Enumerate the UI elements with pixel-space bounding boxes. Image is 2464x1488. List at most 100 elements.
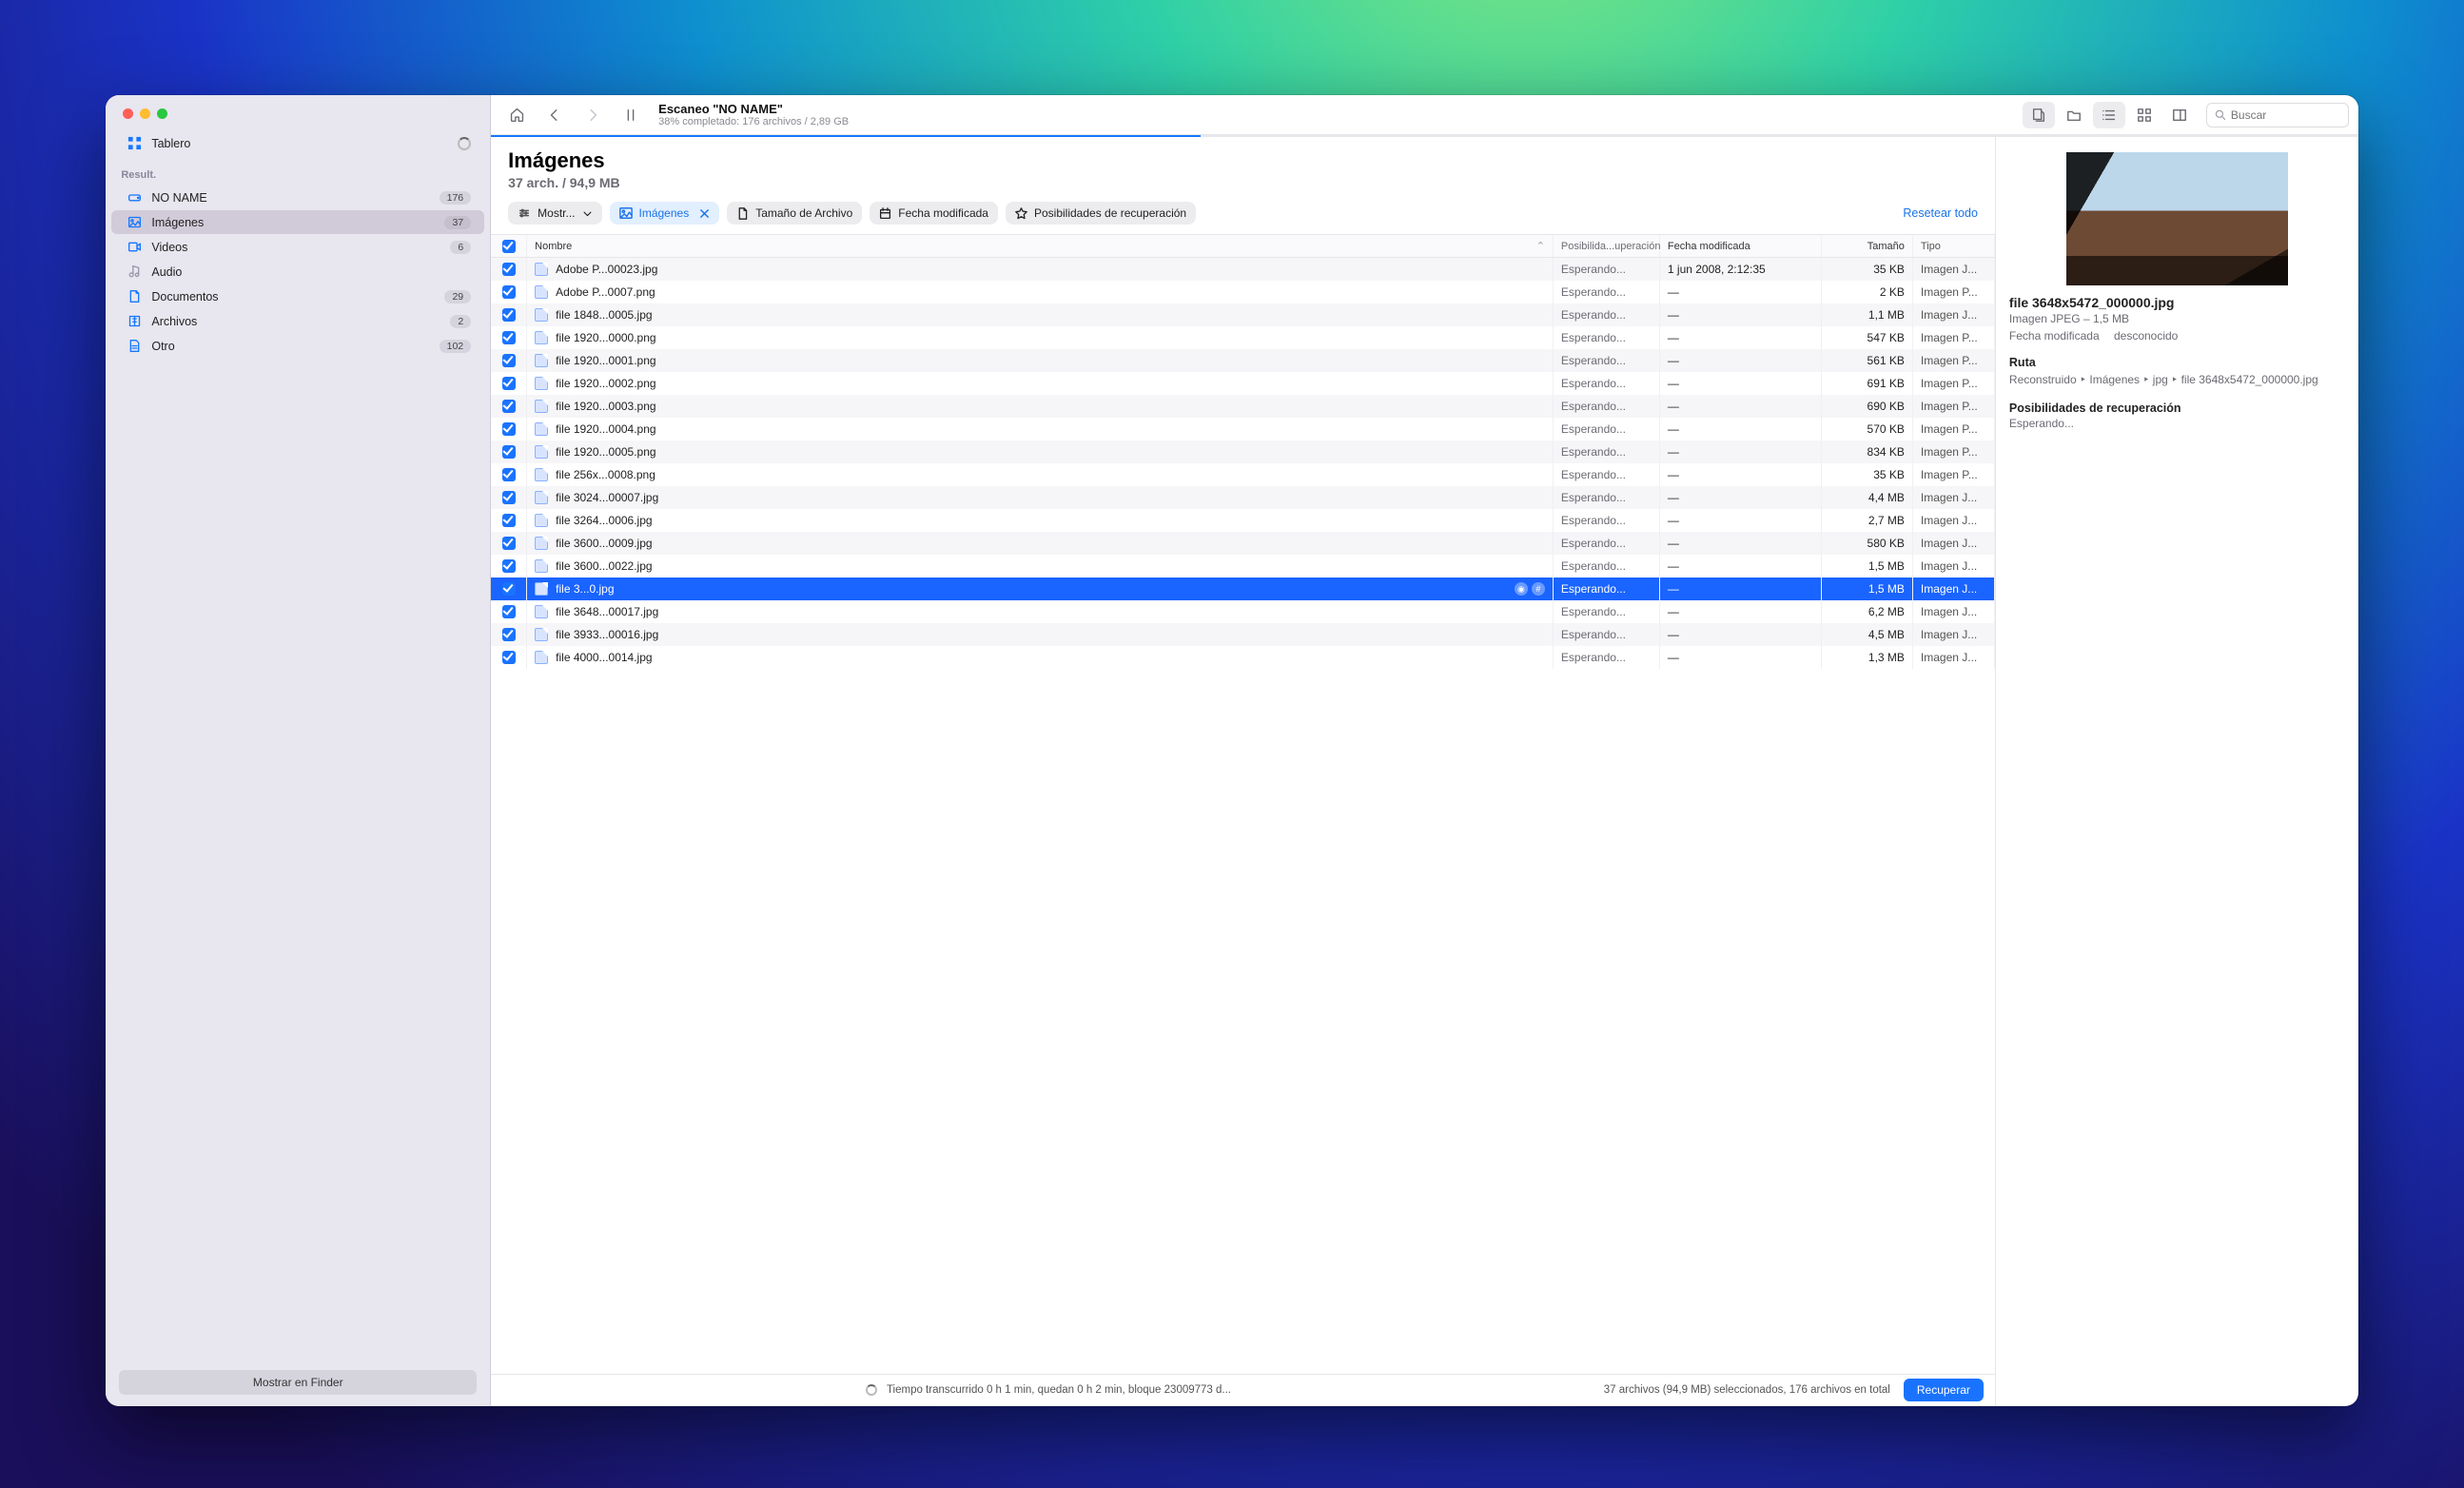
sidebar-item-audio[interactable]: Audio bbox=[111, 260, 484, 284]
file-size: 6,2 MB bbox=[1822, 600, 1913, 623]
count-badge: 37 bbox=[444, 216, 471, 229]
pill-date[interactable]: Fecha modificada bbox=[870, 202, 998, 225]
col-prob[interactable]: Posibilida...uperación bbox=[1554, 235, 1660, 257]
file-date: — bbox=[1660, 623, 1822, 646]
row-checkbox[interactable] bbox=[502, 400, 516, 413]
row-checkbox[interactable] bbox=[502, 331, 516, 344]
row-checkbox[interactable] bbox=[502, 468, 516, 481]
close-icon[interactable] bbox=[699, 208, 710, 219]
pause-button[interactable] bbox=[615, 102, 647, 128]
show-in-finder-button[interactable]: Mostrar en Finder bbox=[119, 1370, 477, 1395]
file-name: file 3264...0006.jpg bbox=[556, 514, 652, 527]
sidebar-item-drive[interactable]: NO NAME176 bbox=[111, 186, 484, 209]
view-icons-button[interactable] bbox=[2023, 102, 2055, 128]
col-name[interactable]: Nombre⌃ bbox=[527, 235, 1554, 257]
sidebar-item-archive[interactable]: Archivos2 bbox=[111, 309, 484, 333]
table-row[interactable]: file 3648...00017.jpgEsperando...—6,2 MB… bbox=[491, 600, 1995, 623]
filetype-icon bbox=[535, 651, 548, 664]
home-button[interactable] bbox=[500, 102, 533, 128]
file-date: — bbox=[1660, 555, 1822, 578]
table-row[interactable]: file 3...0.jpg◉#Esperando...—1,5 MBImage… bbox=[491, 578, 1995, 600]
reset-filters-link[interactable]: Resetear todo bbox=[1903, 206, 1978, 220]
file-name: file 1848...0005.jpg bbox=[556, 308, 652, 322]
forward-button[interactable] bbox=[577, 102, 609, 128]
search-field[interactable] bbox=[2206, 103, 2349, 127]
table-row[interactable]: file 1848...0005.jpgEsperando...—1,1 MBI… bbox=[491, 303, 1995, 326]
row-checkbox[interactable] bbox=[502, 422, 516, 436]
recover-button[interactable]: Recuperar bbox=[1904, 1379, 1984, 1401]
search-input[interactable] bbox=[2231, 108, 2340, 122]
row-checkbox[interactable] bbox=[502, 605, 516, 618]
row-checkbox[interactable] bbox=[502, 582, 516, 596]
view-columns-button[interactable] bbox=[2163, 102, 2196, 128]
file-type: Imagen J... bbox=[1913, 303, 1995, 326]
view-grid-button[interactable] bbox=[2128, 102, 2161, 128]
table-row[interactable]: Adobe P...0007.pngEsperando...—2 KBImage… bbox=[491, 281, 1995, 303]
file-size: 547 KB bbox=[1822, 326, 1913, 349]
row-checkbox[interactable] bbox=[502, 445, 516, 459]
sidebar-item-label: NO NAME bbox=[151, 191, 206, 205]
row-checkbox[interactable] bbox=[502, 537, 516, 550]
pill-recovery[interactable]: Posibilidades de recuperación bbox=[1006, 202, 1196, 225]
file-date: — bbox=[1660, 326, 1822, 349]
table-row[interactable]: file 3024...00007.jpgEsperando...—4,4 MB… bbox=[491, 486, 1995, 509]
row-checkbox[interactable] bbox=[502, 628, 516, 641]
main-pane: Escaneo "NO NAME" 38% completado: 176 ar… bbox=[491, 95, 2357, 1406]
table-row[interactable]: file 1920...0000.pngEsperando...—547 KBI… bbox=[491, 326, 1995, 349]
close-button[interactable] bbox=[123, 108, 133, 119]
table-row[interactable]: file 3600...0009.jpgEsperando...—580 KBI… bbox=[491, 532, 1995, 555]
file-type: Imagen P... bbox=[1913, 463, 1995, 486]
file-size: 4,5 MB bbox=[1822, 623, 1913, 646]
sidebar-item-image[interactable]: Imágenes37 bbox=[111, 210, 484, 234]
minimize-button[interactable] bbox=[140, 108, 150, 119]
sidebar-item-doc[interactable]: Documentos29 bbox=[111, 284, 484, 308]
filetype-icon bbox=[535, 400, 548, 413]
table-row[interactable]: Adobe P...00023.jpgEsperando...1 jun 200… bbox=[491, 258, 1995, 281]
row-checkbox[interactable] bbox=[502, 559, 516, 573]
table-row[interactable]: file 1920...0001.pngEsperando...—561 KBI… bbox=[491, 349, 1995, 372]
back-button[interactable] bbox=[538, 102, 571, 128]
table-row[interactable]: file 1920...0004.pngEsperando...—570 KBI… bbox=[491, 418, 1995, 441]
filter-show-button[interactable]: Mostr... bbox=[508, 202, 601, 225]
file-date: — bbox=[1660, 600, 1822, 623]
table-row[interactable]: file 3264...0006.jpgEsperando...—2,7 MBI… bbox=[491, 509, 1995, 532]
sidebar-item-label: Audio bbox=[151, 265, 182, 279]
details-path-header: Ruta bbox=[2009, 356, 2345, 369]
view-folder-button[interactable] bbox=[2058, 102, 2090, 128]
table-row[interactable]: file 3600...0022.jpgEsperando...—1,5 MBI… bbox=[491, 555, 1995, 578]
row-checkbox[interactable] bbox=[502, 308, 516, 322]
select-all-checkbox[interactable] bbox=[502, 240, 516, 253]
col-type[interactable]: Tipo bbox=[1913, 235, 1995, 257]
file-type: Imagen P... bbox=[1913, 349, 1995, 372]
row-checkbox[interactable] bbox=[502, 354, 516, 367]
file-icon bbox=[736, 207, 749, 220]
archive-icon bbox=[127, 314, 142, 328]
pill-filesize[interactable]: Tamaño de Archivo bbox=[727, 202, 862, 225]
col-date[interactable]: Fecha modificada bbox=[1660, 235, 1822, 257]
row-checkbox[interactable] bbox=[502, 651, 516, 664]
table-row[interactable]: file 3933...00016.jpgEsperando...—4,5 MB… bbox=[491, 623, 1995, 646]
sidebar-item-video[interactable]: Videos6 bbox=[111, 235, 484, 259]
row-checkbox[interactable] bbox=[502, 377, 516, 390]
table-row[interactable]: file 1920...0005.pngEsperando...—834 KBI… bbox=[491, 441, 1995, 463]
row-checkbox[interactable] bbox=[502, 285, 516, 299]
chip-images[interactable]: Imágenes bbox=[610, 202, 720, 225]
sidebar-item-other[interactable]: Otro102 bbox=[111, 334, 484, 358]
filetype-icon bbox=[535, 445, 548, 459]
sidebar-dashboard[interactable]: Tablero bbox=[111, 131, 484, 155]
table-row[interactable]: file 256x...0008.pngEsperando...—35 KBIm… bbox=[491, 463, 1995, 486]
row-checkbox[interactable] bbox=[502, 514, 516, 527]
col-size[interactable]: Tamaño bbox=[1822, 235, 1913, 257]
filter-bar: Mostr... Imágenes Tamaño de Archivo bbox=[491, 192, 1995, 234]
row-checkbox[interactable] bbox=[502, 491, 516, 504]
file-table[interactable]: Nombre⌃ Posibilida...uperación Fecha mod… bbox=[491, 234, 1995, 1374]
file-type: Imagen J... bbox=[1913, 600, 1995, 623]
maximize-button[interactable] bbox=[157, 108, 167, 119]
view-list-button[interactable] bbox=[2093, 102, 2125, 128]
table-row[interactable]: file 1920...0002.pngEsperando...—691 KBI… bbox=[491, 372, 1995, 395]
table-row[interactable]: file 1920...0003.pngEsperando...—690 KBI… bbox=[491, 395, 1995, 418]
filetype-icon bbox=[535, 377, 548, 390]
table-row[interactable]: file 4000...0014.jpgEsperando...—1,3 MBI… bbox=[491, 646, 1995, 669]
row-checkbox[interactable] bbox=[502, 263, 516, 276]
file-name: file 1920...0000.png bbox=[556, 331, 655, 344]
